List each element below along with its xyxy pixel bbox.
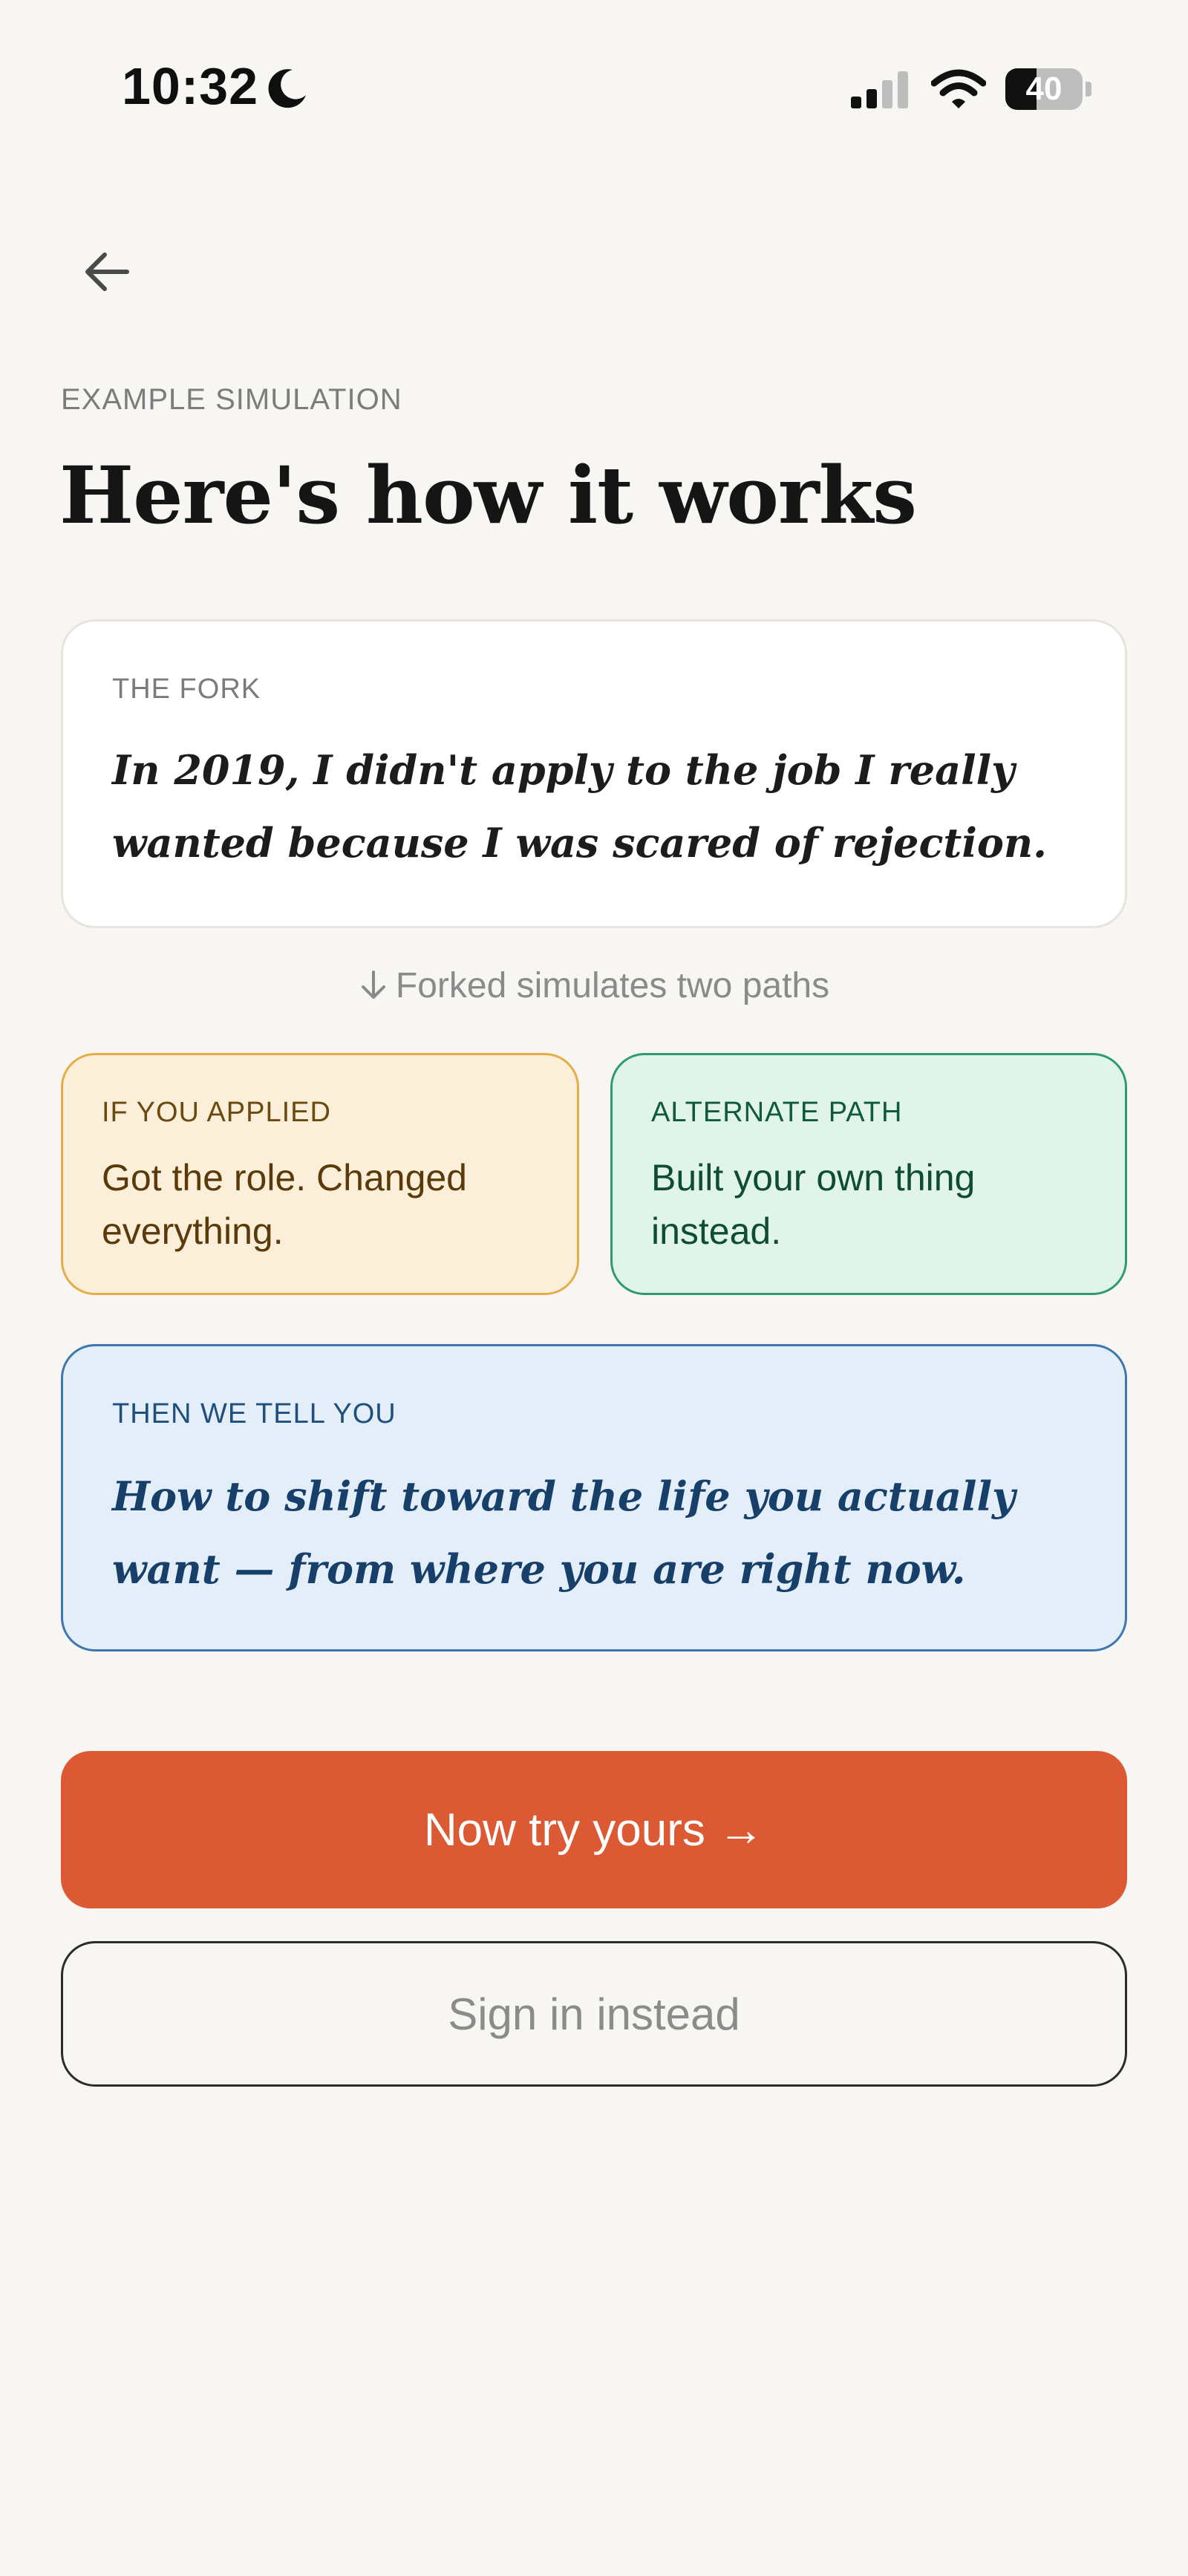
status-time: 10:32: [122, 57, 259, 115]
status-bar: 10:32 40: [0, 0, 1188, 178]
applied-path-label: IF YOU APPLIED: [102, 1097, 331, 1128]
fork-card-text: In 2019, I didn't apply to the job I rea…: [112, 746, 1047, 867]
back-button[interactable]: [71, 236, 143, 307]
arrow-down-icon: [361, 971, 385, 999]
alternate-path-text: Built your own thing instead.: [651, 1157, 976, 1252]
applied-path-card: IF YOU APPLIED Got the role. Changed eve…: [61, 1053, 579, 1295]
arrow-left-icon: [85, 252, 129, 291]
applied-path-text: Got the role. Changed everything.: [102, 1157, 467, 1252]
advice-card-text: How to shift toward the life you actuall…: [112, 1473, 1016, 1593]
advice-card-label: THEN WE TELL YOU: [112, 1398, 396, 1429]
alternate-path-label: ALTERNATE PATH: [651, 1097, 903, 1128]
wifi-icon: [931, 69, 986, 108]
fork-note-text: Forked simulates two paths: [395, 966, 830, 1005]
battery-indicator: 40: [1005, 68, 1091, 110]
fork-card-label: THE FORK: [112, 674, 261, 705]
try-yours-button[interactable]: Now try yours →: [61, 1751, 1127, 1908]
battery-cap: [1086, 82, 1091, 97]
battery-body: 40: [1005, 68, 1083, 110]
fork-card: THE FORK In 2019, I didn't apply to the …: [61, 619, 1127, 928]
fork-note: Forked simulates two paths: [0, 965, 1188, 1006]
moon-icon: [268, 69, 306, 108]
eyebrow-label: EXAMPLE SIMULATION: [61, 383, 402, 416]
battery-level: 40: [1025, 71, 1063, 107]
alternate-path-card: ALTERNATE PATH Built your own thing inst…: [610, 1053, 1127, 1295]
sign-in-button[interactable]: Sign in instead: [61, 1941, 1127, 2087]
page-title: Here's how it works: [59, 449, 917, 541]
advice-card: THEN WE TELL YOU How to shift toward the…: [61, 1344, 1127, 1651]
cellular-signal-icon: [851, 71, 908, 108]
